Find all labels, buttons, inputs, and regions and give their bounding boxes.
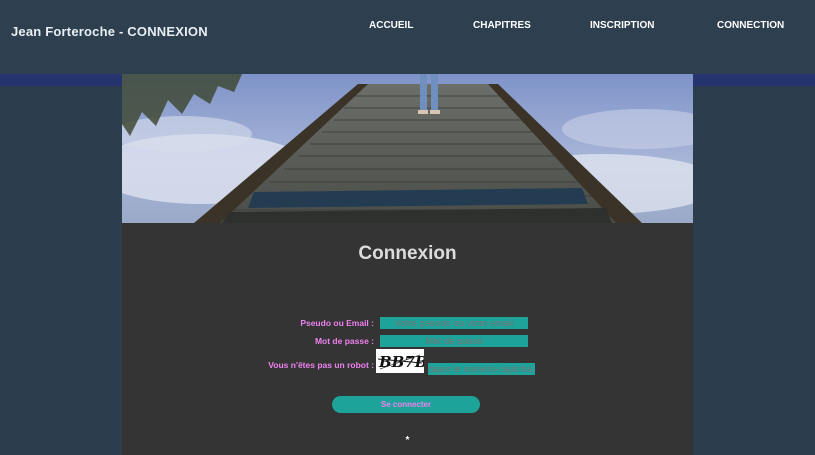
login-label: Pseudo ou Email : — [300, 318, 374, 328]
password-input[interactable] — [380, 335, 528, 347]
hero-banner-image — [122, 74, 693, 223]
password-label: Mot de passe : — [314, 336, 374, 346]
top-navbar: Jean Forteroche - CONNEXION ACCUEIL CHAP… — [0, 0, 815, 74]
captcha-label: Vous n'êtes pas un robot : — [268, 360, 374, 370]
nav-link-connection[interactable]: CONNECTION — [717, 20, 784, 31]
nav-link-inscription[interactable]: INSCRIPTION — [590, 20, 654, 31]
captcha-image: BB7B — [376, 349, 427, 373]
login-panel: Connexion Pseudo ou Email : Mot de passe… — [122, 223, 693, 455]
captcha-input[interactable] — [428, 363, 535, 375]
main-nav: ACCUEIL CHAPITRES INSCRIPTION CONNECTION — [0, 20, 815, 34]
login-submit-button[interactable]: Se connecter — [332, 396, 480, 413]
lake-pier-photo — [122, 74, 693, 223]
login-input[interactable] — [380, 317, 528, 329]
nav-link-chapitres[interactable]: CHAPITRES — [473, 20, 531, 31]
footer-asterisk: * — [405, 435, 410, 446]
captcha-glyphs: BB7B — [377, 353, 427, 371]
nav-link-accueil[interactable]: ACCUEIL — [369, 20, 413, 31]
page-title: Connexion — [358, 243, 457, 264]
